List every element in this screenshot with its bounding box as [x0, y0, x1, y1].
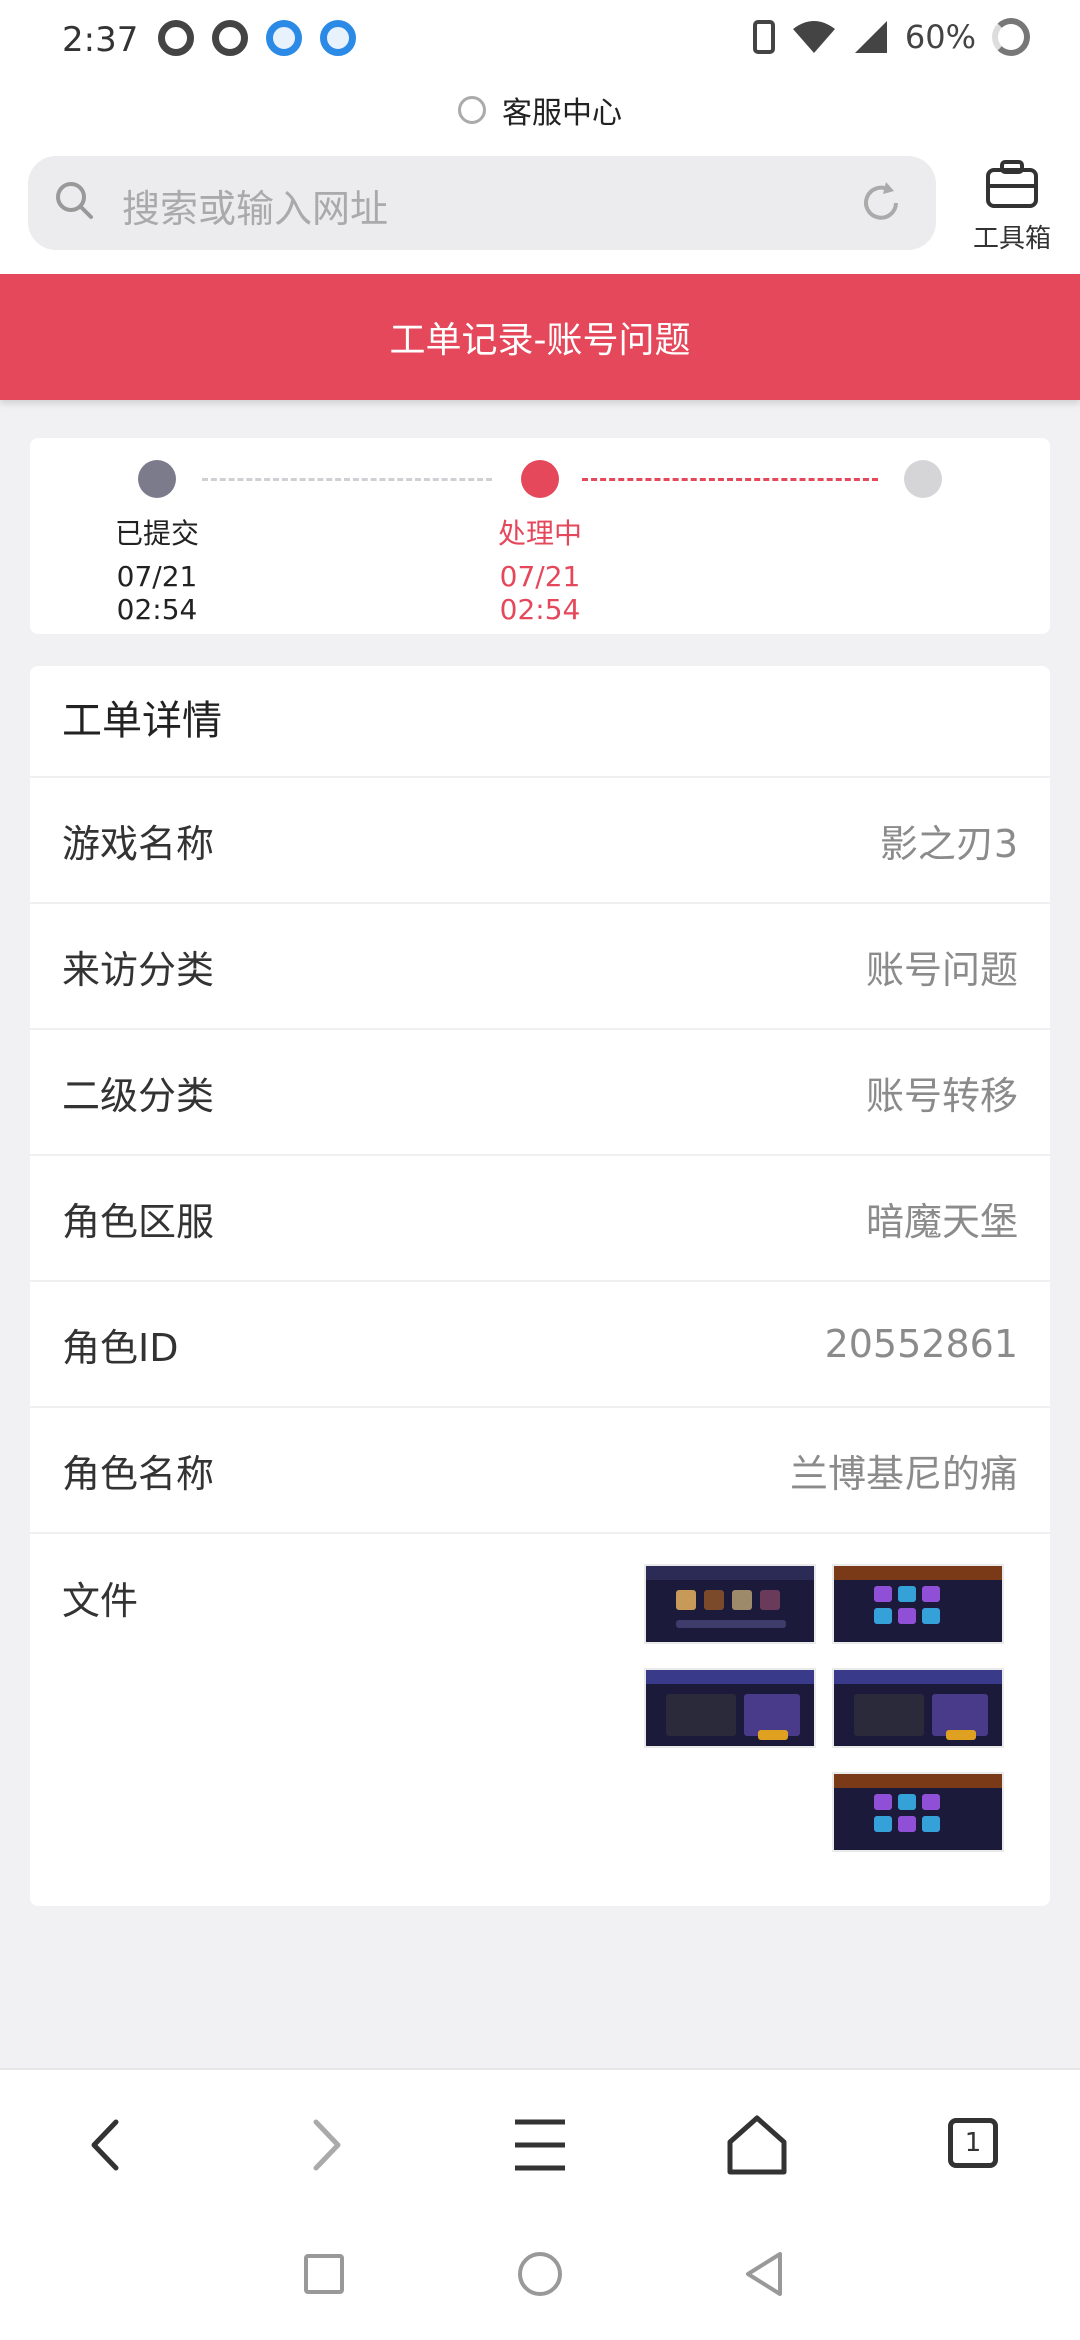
tab-count: 1 — [964, 2128, 982, 2158]
toolbox-label: 工具箱 — [972, 224, 1051, 254]
detail-row-role-name: 角色名称 兰博基尼的痛 — [30, 1408, 1050, 1534]
step-label: 已提交 — [114, 517, 199, 550]
row-label: 游戏名称 — [62, 821, 215, 866]
step-processing: 处理中 07/21 02:54 — [455, 460, 625, 626]
step-submitted: 已提交 07/21 02:54 — [72, 460, 242, 626]
q-app-icon — [158, 20, 194, 56]
recent-apps-icon[interactable] — [296, 2246, 352, 2302]
battery-percent: 60% — [904, 18, 976, 56]
file-thumbnail[interactable] — [644, 1668, 816, 1748]
notification-icons — [158, 20, 356, 56]
file-thumbnail[interactable] — [832, 1668, 1004, 1748]
row-value: 账号转移 — [865, 1073, 1018, 1118]
search-icon — [56, 182, 93, 219]
step-pending — [838, 460, 1008, 498]
detail-row-subcategory: 二级分类 账号转移 — [30, 1030, 1050, 1156]
menu-icon[interactable] — [505, 2110, 575, 2180]
qq-browser-icon — [320, 20, 356, 56]
file-thumbnail[interactable] — [832, 1564, 1004, 1644]
progress-line-2 — [582, 478, 878, 481]
wifi-icon — [792, 21, 835, 53]
status-time: 2:37 — [62, 20, 139, 60]
globe-icon — [458, 96, 486, 124]
system-nav-bar — [0, 2208, 1080, 2340]
detail-row-category: 来访分类 账号问题 — [30, 904, 1050, 1030]
row-label: 来访分类 — [62, 947, 215, 992]
back-icon[interactable] — [72, 2110, 142, 2180]
tabs-icon: 1 — [948, 2118, 998, 2168]
file-thumbnail[interactable] — [644, 1564, 816, 1644]
row-label: 二级分类 — [62, 1073, 215, 1118]
signal-icon — [854, 21, 887, 53]
row-label: 角色ID — [62, 1325, 179, 1370]
step-label: 处理中 — [497, 517, 582, 550]
progress-line-1 — [202, 478, 492, 481]
system-status: 60% — [752, 18, 1030, 56]
site-title-bar: 客服中心 — [0, 80, 1080, 140]
detail-row-game: 游戏名称 影之刃3 — [30, 778, 1050, 904]
page-header: 工单记录-账号问题 — [0, 274, 1080, 400]
tabs-button[interactable]: 1 — [940, 2110, 1010, 2180]
toolbox-icon — [986, 160, 1038, 208]
detail-row-server: 角色区服 暗魔天堡 — [30, 1156, 1050, 1282]
detail-row-role-id: 角色ID 20552861 — [30, 1282, 1050, 1408]
search-placeholder: 搜索或输入网址 — [122, 187, 389, 231]
battery-icon — [992, 18, 1030, 56]
browser-bottom-nav: 1 — [0, 2068, 1080, 2210]
ticket-details: 工单详情 游戏名称 影之刃3 来访分类 账号问题 二级分类 账号转移 角色区服 … — [30, 666, 1050, 1906]
qq-browser-icon — [266, 20, 302, 56]
q-app-icon — [212, 20, 248, 56]
step-dot — [521, 460, 559, 498]
home-circle-icon[interactable] — [512, 2246, 568, 2302]
file-thumbnail[interactable] — [832, 1772, 1004, 1852]
back-triangle-icon[interactable] — [736, 2246, 792, 2302]
address-bar[interactable]: 搜索或输入网址 — [28, 156, 936, 250]
step-time: 07/21 02:54 — [499, 560, 581, 626]
row-value: 20552861 — [824, 1322, 1018, 1366]
page-title: 工单记录-账号问题 — [389, 320, 691, 361]
row-label: 角色名称 — [62, 1451, 215, 1496]
step-time: 07/21 02:54 — [116, 560, 198, 626]
reload-icon[interactable] — [856, 178, 906, 228]
step-dot — [904, 460, 942, 498]
vibrate-icon — [752, 20, 775, 54]
status-bar: 2:37 60% — [0, 0, 1080, 80]
forward-icon[interactable] — [290, 2110, 360, 2180]
progress-tracker: 已提交 07/21 02:54 处理中 07/21 02:54 — [30, 438, 1050, 634]
browser-toolbar: 搜索或输入网址 工具箱 — [0, 140, 1080, 274]
details-title: 工单详情 — [30, 666, 1050, 778]
row-value: 账号问题 — [865, 947, 1018, 992]
row-value: 影之刃3 — [879, 821, 1018, 866]
row-label: 角色区服 — [62, 1199, 215, 1244]
toolbox-button[interactable]: 工具箱 — [964, 158, 1060, 258]
row-value: 暗魔天堡 — [865, 1199, 1018, 1244]
detail-row-files: 文件 — [30, 1534, 1050, 1894]
file-label: 文件 — [62, 1579, 139, 1623]
home-icon[interactable] — [722, 2110, 792, 2180]
step-dot — [138, 460, 176, 498]
row-value: 兰博基尼的痛 — [789, 1451, 1018, 1496]
site-title: 客服中心 — [502, 96, 622, 131]
